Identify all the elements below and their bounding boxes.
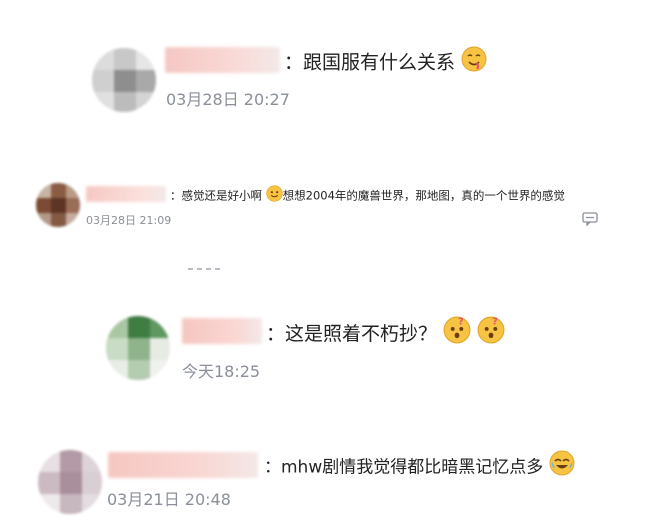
avatar[interactable] xyxy=(36,183,80,227)
svg-text:?: ? xyxy=(458,317,464,328)
reply-icon[interactable] xyxy=(582,211,598,230)
comment-time: 今天18:25 xyxy=(182,362,261,381)
drooling-face-emoji xyxy=(461,46,487,80)
username-blurred[interactable] xyxy=(86,186,166,202)
comment-text: ：感觉还是好小啊 想想2004年的魔兽世界，那地图，真的一个世界的感觉 xyxy=(170,185,565,207)
smile-face-emoji xyxy=(265,185,283,207)
comment-body-part1: 感觉还是好小啊 xyxy=(181,188,263,203)
svg-text:?: ? xyxy=(492,317,498,328)
laughing-tears-emoji xyxy=(549,450,575,485)
username-blurred[interactable] xyxy=(108,452,258,478)
comment-screenshot: ：跟国服有什么关系 03月28日 20:27 ：感觉还是好小啊 想想2004年的… xyxy=(0,0,660,532)
avatar[interactable] xyxy=(92,48,156,112)
confused-face-emoji: ? xyxy=(443,316,471,353)
comment-text: ：跟国服有什么关系 xyxy=(284,46,487,80)
avatar[interactable] xyxy=(106,316,170,380)
confused-face-emoji: ? xyxy=(477,316,505,353)
comment-body: 跟国服有什么关系 xyxy=(303,51,456,74)
comment-time: 03月28日 20:27 xyxy=(166,90,290,109)
comment-body: 这是照着不朽抄？ xyxy=(285,323,438,345)
username-blurred[interactable] xyxy=(182,318,262,344)
avatar[interactable] xyxy=(38,450,102,514)
comment-time: 03月28日 21:09 xyxy=(86,214,172,227)
comment-time: 03月21日 20:48 xyxy=(107,490,231,509)
separator: ： xyxy=(284,51,304,74)
comment-body: mhw剧情我觉得都比暗黑记忆点多 xyxy=(281,457,544,478)
separator: ： xyxy=(264,457,281,478)
comment-text: ：这是照着不朽抄？ ? ? xyxy=(266,316,505,353)
username-blurred[interactable] xyxy=(165,47,280,73)
comment-body-part2: 想想2004年的魔兽世界，那地图，真的一个世界的感觉 xyxy=(282,188,565,203)
separator: ： xyxy=(170,188,182,203)
divider-mark xyxy=(188,268,224,270)
separator: ： xyxy=(266,323,286,345)
comment-text: ：mhw剧情我觉得都比暗黑记忆点多 xyxy=(264,450,575,485)
